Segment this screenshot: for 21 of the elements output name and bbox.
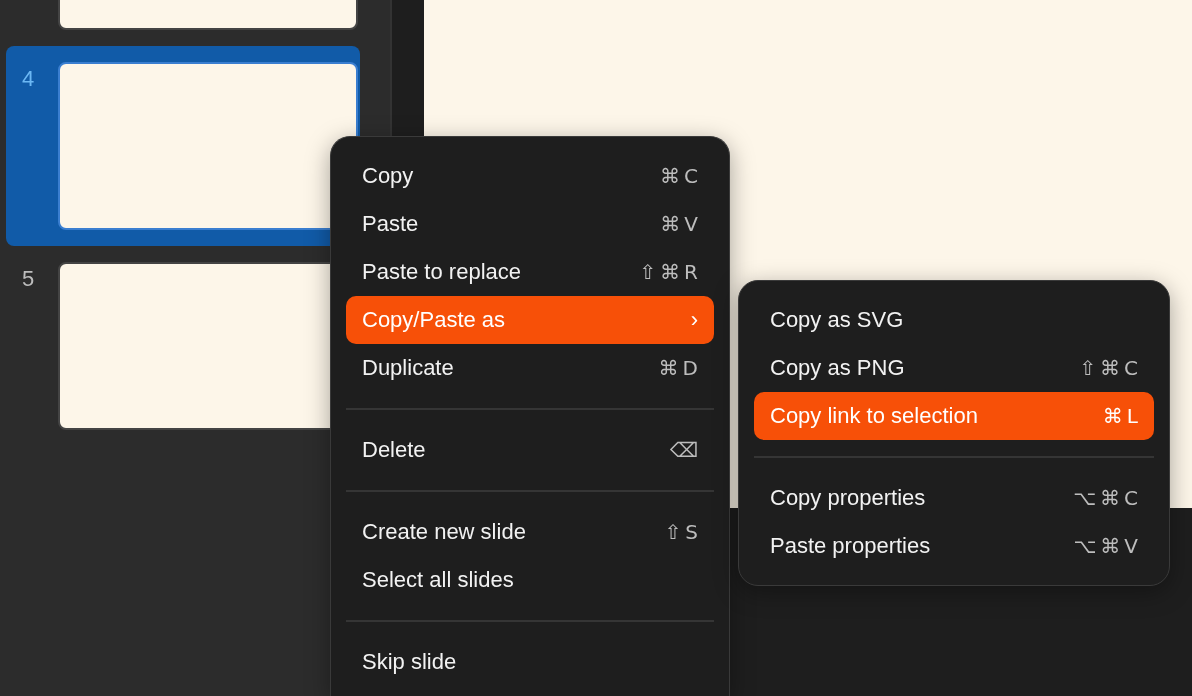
shortcut-label: ⌫ <box>669 438 702 462</box>
menu-item[interactable]: Copy as SVG <box>754 296 1154 344</box>
shortcut-label: ⇧S <box>664 520 702 544</box>
shortcut-label: ⌘V <box>660 212 702 236</box>
menu-item[interactable]: Skip slide <box>346 638 714 686</box>
shortcut-label: ⌥⌘C <box>1073 486 1142 510</box>
shortcut-label: ⇧⌘R <box>639 260 702 284</box>
slide-thumbnail[interactable] <box>58 62 358 230</box>
shortcut-label: ⌘D <box>658 356 702 380</box>
menu-item[interactable]: Copy as PNG ⇧⌘C <box>754 344 1154 392</box>
slide-number: 4 <box>21 65 36 93</box>
shortcut-label: ⌘L <box>1102 404 1142 428</box>
shortcut-label: ⌥⌘V <box>1073 534 1142 558</box>
shortcut-label: ⌘C <box>660 164 702 188</box>
menu-item[interactable]: Paste properties ⌥⌘V <box>754 522 1154 570</box>
shortcut-label: ⇧⌘C <box>1079 356 1142 380</box>
slide-number: 5 <box>21 265 36 293</box>
menu-item[interactable]: Create new slide ⇧S <box>346 508 714 556</box>
menu-item[interactable]: Copy properties ⌥⌘C <box>754 474 1154 522</box>
menu-item[interactable]: Select all slides <box>346 556 714 604</box>
chevron-icon: › <box>690 307 698 333</box>
